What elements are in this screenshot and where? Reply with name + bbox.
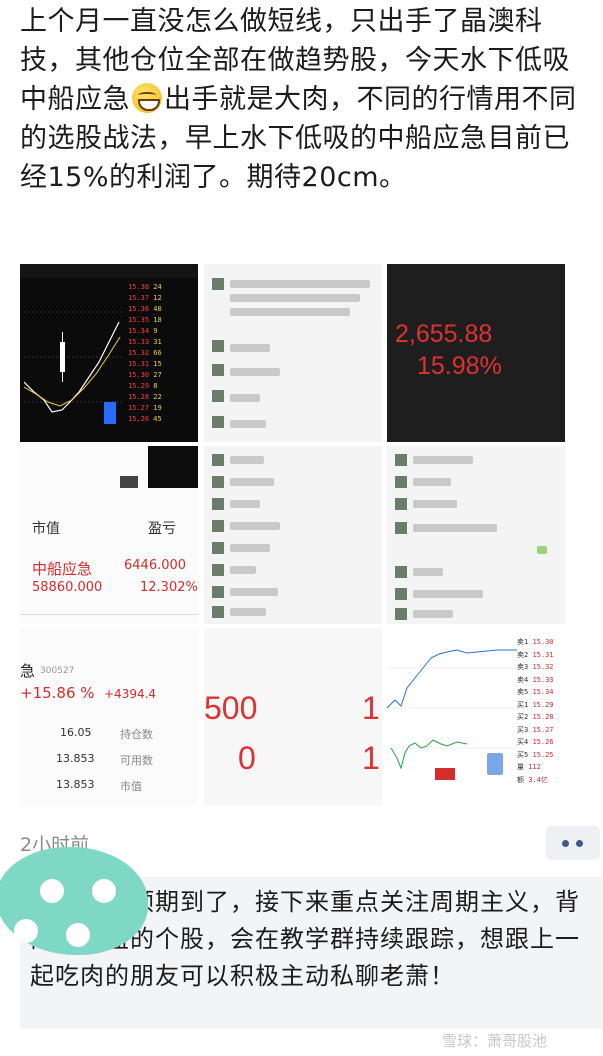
chat-avatar <box>212 476 224 488</box>
chat-line <box>230 500 260 508</box>
chat-avatar <box>212 606 224 618</box>
chat-avatar <box>212 586 224 598</box>
image-portfolio[interactable]: 市值 盈亏 中船应急 6446.000 58860.000 12.302% <box>20 446 198 624</box>
row-value: 13.853 <box>56 778 95 791</box>
chart-thumbnail <box>148 446 198 488</box>
chat-avatar <box>395 522 407 534</box>
profit-percent: 15.98% <box>417 352 502 380</box>
row-value: 13.853 <box>56 752 95 765</box>
quote-board: 15.38 24 15.37 12 15.36 40 15.35 18 15.34 9… <box>128 283 162 423</box>
grinning-face-icon <box>132 83 162 113</box>
chat-avatar <box>395 498 407 510</box>
chat-line <box>413 568 443 576</box>
chat-line <box>230 294 360 302</box>
chat-line <box>230 344 270 352</box>
stock-name: 中船应急 <box>32 560 93 578</box>
chat-line <box>537 546 547 554</box>
chat-line <box>230 456 264 464</box>
watermark: 雪球：萧哥股池 <box>442 1032 548 1050</box>
chat-line <box>230 368 280 376</box>
chat-avatar <box>212 542 224 554</box>
image-red-numbers[interactable]: 500 1 0 1 <box>204 628 382 806</box>
chat-avatar <box>212 498 224 510</box>
col-profit: 盈亏 <box>148 521 176 537</box>
chat-avatar <box>212 564 224 576</box>
image-profit-number[interactable]: 2,655.88 15.98% <box>387 264 565 442</box>
chat-avatar <box>212 520 224 532</box>
chat-line <box>413 590 483 598</box>
chat-avatar <box>212 278 224 290</box>
image-stock-chart[interactable]: 15.38 24 15.37 12 15.36 40 15.35 18 15.34 9… <box>20 264 198 442</box>
avatar[interactable] <box>0 847 148 955</box>
chat-line <box>413 500 457 508</box>
col-market-value: 市值 <box>32 521 60 537</box>
chat-avatar <box>212 416 224 428</box>
number-c: 0 <box>238 740 256 776</box>
gain-amount: +4394.4 <box>104 687 157 701</box>
chat-avatar <box>395 608 407 620</box>
intraday-chart <box>24 311 124 424</box>
number-d: 1 <box>362 740 380 776</box>
more-options-button[interactable] <box>546 826 600 860</box>
dot-icon <box>576 840 583 847</box>
profit-percent: 12.302% <box>140 580 198 595</box>
number-b: 1 <box>362 690 380 726</box>
chat-line <box>413 456 473 464</box>
chat-avatar <box>395 566 407 578</box>
row-label: 可用数 <box>120 754 153 767</box>
chat-line <box>413 610 453 618</box>
image-position-detail[interactable]: 急 300527 +15.86 % +4394.4 16.05 持仓数 13.8… <box>20 628 198 806</box>
image-chat-3[interactable] <box>387 446 565 624</box>
chat-avatar <box>395 588 407 600</box>
row-label: 持仓数 <box>120 728 153 741</box>
divider <box>20 614 198 615</box>
avatar-dot <box>92 879 116 903</box>
chat-avatar <box>212 390 224 402</box>
chat-line <box>413 524 497 532</box>
market-value: 58860.000 <box>32 580 103 595</box>
dot-icon <box>562 840 569 847</box>
image-kline-chart[interactable]: 卖1 15.30 卖2 15.31 卖3 15.32 卖4 15.33 卖5 15.3… <box>387 628 565 806</box>
number-a: 500 <box>204 690 258 726</box>
chat-line <box>230 522 280 530</box>
chart-topbar <box>20 264 198 278</box>
image-chat-1[interactable] <box>204 264 382 442</box>
post-text: 上个月一直没怎么做短线，只出手了晶澳科技，其他仓位全部在做趋势股，今天水下低吸中… <box>20 2 590 197</box>
image-chat-2[interactable] <box>204 446 382 624</box>
stock-code: 300527 <box>40 666 75 676</box>
order-book: 卖1 15.30 卖2 15.31 卖3 15.32 卖4 15.33 卖5 15.3… <box>517 638 554 784</box>
thumbnail-icon <box>120 476 138 488</box>
avatar-dot <box>40 879 64 903</box>
profit-value: 2,655.88 <box>395 320 493 348</box>
chat-line <box>230 544 270 552</box>
chat-avatar <box>212 340 224 352</box>
profit-amount: 6446.000 <box>124 558 187 573</box>
row-value: 16.05 <box>60 726 92 739</box>
row-label: 市值 <box>120 780 142 793</box>
chat-line <box>230 566 256 574</box>
price-chart <box>387 649 517 780</box>
chat-avatar <box>395 454 407 466</box>
chat-avatar <box>395 476 407 488</box>
chat-line <box>230 588 278 596</box>
chat-line <box>230 478 274 486</box>
chat-avatar <box>212 364 224 376</box>
chat-line <box>230 280 370 288</box>
chat-line <box>230 420 266 428</box>
image-grid: 15.38 24 15.37 12 15.36 40 15.35 18 15.34 9… <box>20 264 565 806</box>
chat-line <box>230 608 266 616</box>
avatar-dot <box>14 919 38 943</box>
stock-name-fragment: 急 <box>20 662 36 680</box>
gain-percent: +15.86 % <box>20 684 95 702</box>
avatar-dot <box>66 923 90 947</box>
chat-avatar <box>212 454 224 466</box>
chat-line <box>230 308 350 316</box>
chat-line <box>230 394 260 402</box>
chat-line <box>413 478 451 486</box>
